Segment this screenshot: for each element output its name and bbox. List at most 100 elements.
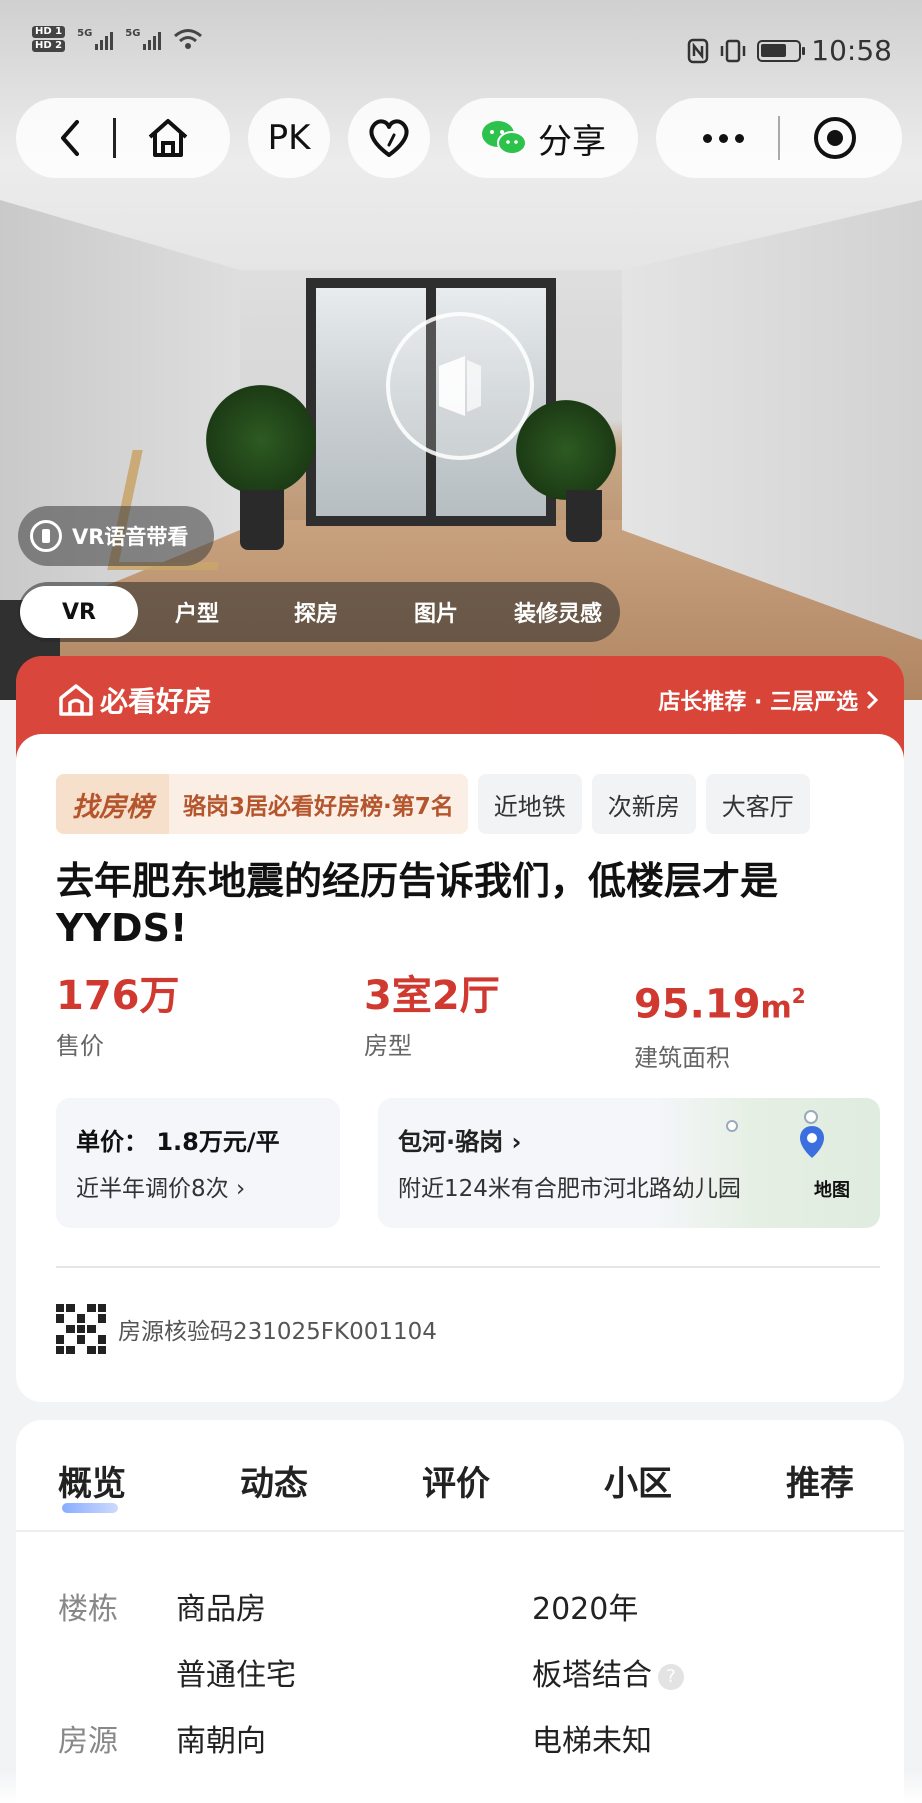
must-see-title: 必看好房 <box>100 685 213 718</box>
unit-price: 单价： 1.8万元/平 <box>76 1128 280 1156</box>
media-tab-bar: VR 户型 探房 图片 装修灵感 <box>18 582 620 642</box>
price-value: 176万 <box>56 973 180 1019</box>
verification-row[interactable]: 房源核验码231025FK001104 <box>56 1304 437 1354</box>
favorite-button[interactable] <box>348 98 430 178</box>
chevron-right-icon <box>866 690 878 710</box>
manager-recommend-link[interactable]: 店长推荐 · 三层严选 <box>658 684 878 716</box>
media-tab-vr[interactable]: VR <box>20 586 138 638</box>
map-label: 地图 <box>814 1180 850 1201</box>
map-poi-icon <box>804 1110 818 1124</box>
capsule-divider <box>777 116 780 160</box>
manager-recommend-text: 店长推荐 · 三层严选 <box>658 690 858 715</box>
nav-pill <box>16 98 230 178</box>
listing-title: 去年肥东地震的经历告诉我们，低楼层才是YYDS! <box>56 859 779 950</box>
vibrate-icon <box>721 39 746 62</box>
detail-card: 概览 动态 评价 小区 推荐 楼栋 商品房 2020年 普通住宅 板塔结合? 房… <box>16 1420 904 1803</box>
build-year: 2020年 <box>532 1592 639 1627</box>
area-value-wrap: 95.19m2 <box>634 972 806 1032</box>
price-kpi: 176万 售价 <box>56 972 180 1061</box>
miniapp-capsule <box>656 98 902 178</box>
rank-tag[interactable]: 找房榜 骆岗3居必看好房榜·第7名 <box>56 774 468 834</box>
back-arrow-icon[interactable] <box>57 118 83 158</box>
verification-code: 房源核验码231025FK001104 <box>118 1319 437 1345</box>
unit-price-box[interactable]: 单价： 1.8万元/平 近半年调价8次 › <box>56 1098 340 1228</box>
map-pin-icon <box>800 1126 824 1158</box>
status-bar: HD 1 HD 2 5G 5G 10:58 <box>0 0 922 96</box>
pot-left <box>240 490 284 550</box>
hd2-badge: HD 2 <box>32 40 66 52</box>
status-right: 10:58 <box>687 34 892 67</box>
pk-compare-button[interactable]: PK <box>248 98 330 178</box>
district-link: 包河·骆岗 › <box>398 1128 522 1156</box>
tab-community[interactable]: 小区 <box>604 1456 672 1505</box>
building-structure: 板塔结合? <box>532 1650 684 1694</box>
card-divider <box>56 1266 880 1268</box>
battery-icon <box>757 39 806 62</box>
residence-type: 普通住宅 <box>176 1658 296 1693</box>
nearby-text: 附近124米有合肥市河北路幼儿园 <box>398 1176 741 1202</box>
listing-tags: 找房榜 骆岗3居必看好房榜·第7名 近地铁 次新房 大客厅 <box>56 774 810 834</box>
vr-play-icon[interactable] <box>386 312 534 460</box>
must-see-left: 必看好房 <box>58 680 212 720</box>
building-label: 楼栋 <box>58 1592 118 1627</box>
area-sup: 2 <box>791 984 806 1008</box>
property-type: 商品房 <box>176 1592 266 1627</box>
more-dots-icon[interactable] <box>702 133 744 143</box>
nav-divider <box>112 118 116 158</box>
tab-overview[interactable]: 概览 <box>58 1456 126 1513</box>
signal-1-icon: 5G <box>77 28 114 50</box>
tag-living-room: 大客厅 <box>705 774 810 834</box>
rank-badge: 找房榜 <box>56 774 169 834</box>
tag-subway: 近地铁 <box>477 774 582 834</box>
orientation: 南朝向 <box>176 1724 266 1759</box>
qr-code-icon <box>56 1304 106 1354</box>
media-tab-photos[interactable]: 图片 <box>376 582 496 642</box>
heart-icon <box>369 119 409 157</box>
vr-guide-icon <box>30 520 62 552</box>
layout-value: 3室2厅 <box>364 973 500 1019</box>
vr-voice-guide-button[interactable]: VR语音带看 <box>18 506 214 566</box>
wifi-icon <box>174 29 203 49</box>
close-target-icon[interactable] <box>813 117 856 159</box>
media-tab-decor[interactable]: 装修灵感 <box>496 582 620 642</box>
tag-newer: 次新房 <box>591 774 696 834</box>
share-label: 分享 <box>538 121 606 162</box>
detail-tab-bar: 概览 动态 评价 小区 推荐 <box>16 1420 904 1532</box>
area-kpi: 95.19m2 建筑面积 <box>634 972 806 1073</box>
plant-right <box>516 400 616 500</box>
location-box[interactable]: 包河·骆岗 › 附近124米有合肥市河北路幼儿园 地图 <box>378 1098 880 1228</box>
tab-dynamics[interactable]: 动态 <box>240 1456 308 1505</box>
area-value: 95.19 <box>634 981 761 1028</box>
layout-label: 房型 <box>364 1032 412 1060</box>
rank-text: 骆岗3居必看好房榜·第7名 <box>183 794 454 820</box>
screen: HD 1 HD 2 5G 5G 10:58 PK 分享 VR语音带看 VR 户型… <box>0 0 922 1803</box>
nfc-icon <box>688 38 709 63</box>
voice-guide-label: VR语音带看 <box>72 525 189 549</box>
share-button[interactable]: 分享 <box>448 98 638 178</box>
elevator-status: 电梯未知 <box>532 1724 652 1759</box>
listing-summary-card: 找房榜 骆岗3居必看好房榜·第7名 近地铁 次新房 大客厅 去年肥东地震的经历告… <box>16 734 904 1402</box>
chevron-right-icon: › <box>235 1176 246 1202</box>
pot-right <box>566 490 602 542</box>
clock-time: 10:58 <box>811 34 892 67</box>
tab-recommend[interactable]: 推荐 <box>786 1456 854 1505</box>
price-changes-link: 近半年调价8次 › <box>76 1176 246 1202</box>
media-tab-floorplan[interactable]: 户型 <box>138 582 256 642</box>
layout-kpi: 3室2厅 房型 <box>364 972 500 1061</box>
map-poi-icon <box>726 1120 738 1132</box>
home-icon[interactable] <box>146 117 190 159</box>
area-label: 建筑面积 <box>634 1044 730 1073</box>
help-icon[interactable]: ? <box>658 1663 684 1690</box>
hd-badges: HD 1 HD 2 <box>32 26 66 52</box>
media-tab-tour[interactable]: 探房 <box>256 582 376 642</box>
wechat-icon <box>482 121 527 155</box>
tab-reviews[interactable]: 评价 <box>422 1456 490 1505</box>
chevron-right-icon: › <box>511 1128 522 1156</box>
bottom-fade <box>0 1770 922 1803</box>
price-label: 售价 <box>56 1032 104 1060</box>
signal-2-icon: 5G <box>125 28 162 50</box>
status-left: HD 1 HD 2 5G 5G <box>32 26 203 52</box>
house-logo-icon <box>59 684 93 716</box>
source-label: 房源 <box>58 1724 118 1759</box>
area-unit: m <box>760 990 792 1026</box>
